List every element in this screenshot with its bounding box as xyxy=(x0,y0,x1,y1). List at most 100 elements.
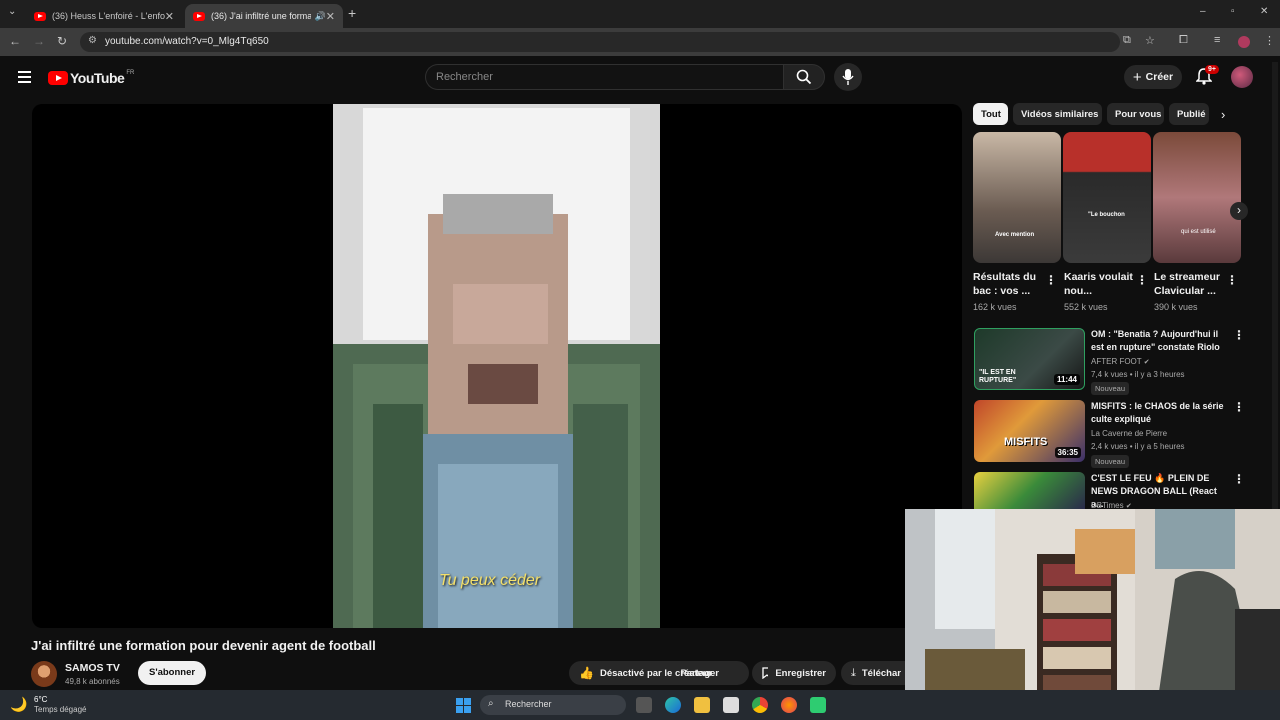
media-controls-icon[interactable]: ≡ xyxy=(1214,34,1220,46)
chips-next-chevron-icon[interactable]: › xyxy=(1221,107,1225,122)
more-options-icon[interactable]: ⋮ xyxy=(1136,273,1148,287)
profile-avatar[interactable] xyxy=(1238,36,1250,48)
download-label: Téléchar xyxy=(861,667,901,679)
minimize-icon[interactable]: – xyxy=(1200,6,1206,17)
search-placeholder: Rechercher xyxy=(436,71,493,83)
chip-similar[interactable]: Vidéos similaires xyxy=(1013,103,1102,125)
reload-icon[interactable]: ↻ xyxy=(57,34,67,48)
bookmark-star-icon[interactable]: ☆ xyxy=(1145,34,1155,47)
browser-tab-strip: ⌄ (36) Heuss L'enfoiré - L'enfoiré ✕ (36… xyxy=(0,0,1280,28)
short-views: 162 k vues xyxy=(973,302,1017,312)
share-label[interactable]: Partager xyxy=(680,668,719,679)
related-channel[interactable]: AFTER FOOT ✔ xyxy=(1091,357,1150,366)
search-input[interactable]: Rechercher xyxy=(425,64,783,90)
youtube-play-logo-icon xyxy=(48,71,68,85)
related-channel[interactable]: La Caverne de Pierre xyxy=(1091,429,1167,438)
tab-search-icon[interactable]: ⌄ xyxy=(8,6,16,17)
download-button[interactable]: ⤓ Téléchar xyxy=(841,661,911,685)
video-frame xyxy=(333,104,660,628)
plus-icon: + xyxy=(1132,68,1142,86)
bookmark-icon xyxy=(762,667,769,679)
notifications-button[interactable]: 9+ xyxy=(1195,65,1219,90)
more-options-icon[interactable]: ⋮ xyxy=(1233,472,1245,486)
audio-playing-icon[interactable]: 🔊 xyxy=(315,11,326,22)
maximize-icon[interactable]: ▫ xyxy=(1231,6,1235,17)
site-info-icon[interactable]: ⚙ xyxy=(88,35,97,46)
more-options-icon[interactable]: ⋮ xyxy=(1045,273,1057,287)
thumbnail-text: MISFITS xyxy=(1004,436,1048,448)
task-view-icon[interactable] xyxy=(636,697,652,713)
short-thumbnail[interactable]: qui est utilisé xyxy=(1153,132,1241,263)
short-thumbnail[interactable]: Avec mention xyxy=(973,132,1061,263)
short-title[interactable]: Le streameur Clavicular ... xyxy=(1154,270,1228,298)
chip-for-you[interactable]: Pour vous xyxy=(1107,103,1164,125)
channel-avatar[interactable] xyxy=(31,661,57,687)
tab-close-icon[interactable]: ✕ xyxy=(165,10,174,23)
url-text[interactable]: youtube.com/watch?v=0_Mlg4Tq650 xyxy=(105,36,269,47)
video-thumbnail[interactable] xyxy=(974,472,1085,509)
region-code: FR xyxy=(126,70,135,76)
related-video-title[interactable]: MISFITS : le CHAOS de la série culte exp… xyxy=(1091,400,1229,426)
channel-name[interactable]: SAMOS TV xyxy=(65,662,120,674)
chip-tout[interactable]: Tout xyxy=(973,103,1008,125)
short-overlay-text: "Le bouchon xyxy=(1088,212,1125,218)
address-bar[interactable]: ⚙ youtube.com/watch?v=0_Mlg4Tq650 xyxy=(80,32,1120,52)
weather-moon-icon[interactable]: 🌙 xyxy=(10,696,27,713)
tab-close-icon[interactable]: ✕ xyxy=(326,10,335,23)
new-tab-icon[interactable]: + xyxy=(348,5,356,21)
install-app-icon[interactable]: ⧉ xyxy=(1123,34,1131,47)
search-icon: ⌕ xyxy=(488,698,494,709)
weather-temp: 6°C xyxy=(34,695,48,704)
short-thumbnail[interactable]: "Le bouchon xyxy=(1063,132,1151,263)
create-button[interactable]: + Créer xyxy=(1124,65,1182,89)
related-video-title[interactable]: OM : "Benatia ? Aujourd'hui il est en ru… xyxy=(1091,328,1229,354)
youtube-logo[interactable]: YouTube FR xyxy=(48,70,134,86)
back-icon[interactable]: ← xyxy=(9,34,21,48)
account-avatar[interactable] xyxy=(1231,66,1253,88)
voice-search-button[interactable] xyxy=(834,63,862,91)
search-icon xyxy=(796,69,812,85)
app-icon[interactable] xyxy=(810,697,826,713)
taskbar-search-label: Rechercher xyxy=(505,699,552,709)
short-views: 390 k vues xyxy=(1154,302,1198,312)
new-badge: Nouveau xyxy=(1091,382,1130,395)
video-thumbnail[interactable]: "IL EST EN RUPTURE" 11:44 xyxy=(974,328,1085,390)
edge-icon[interactable] xyxy=(665,697,681,713)
windows-start-icon[interactable] xyxy=(456,698,471,713)
browser-menu-icon[interactable]: ⋮ xyxy=(1264,34,1275,47)
thumbs-up-icon[interactable]: 👍 xyxy=(579,666,594,680)
download-icon: ⤓ xyxy=(851,666,856,679)
video-title: J'ai infiltré une formation pour devenir… xyxy=(31,638,376,653)
short-title[interactable]: Résultats du bac : vos ... xyxy=(973,270,1047,298)
file-explorer-icon[interactable] xyxy=(694,697,710,713)
chrome-icon[interactable] xyxy=(752,697,768,713)
video-thumbnail[interactable]: MISFITS 36:35 xyxy=(974,400,1085,462)
hamburger-menu-icon[interactable] xyxy=(18,71,31,83)
tab-heuss[interactable]: (36) Heuss L'enfoiré - L'enfoiré ✕ xyxy=(26,4,182,28)
tab-formation[interactable]: (36) J'ai infiltré une formatio 🔊 ✕ xyxy=(185,4,343,28)
more-options-icon[interactable]: ⋮ xyxy=(1233,400,1245,414)
window-close-icon[interactable]: ✕ xyxy=(1260,6,1268,17)
create-label: Créer xyxy=(1145,71,1174,83)
channel-name-text: AFTER FOOT xyxy=(1091,357,1142,366)
short-overlay-text: Avec mention xyxy=(995,232,1035,238)
taskbar-search[interactable]: ⌕ Rechercher xyxy=(480,695,626,715)
chip-published[interactable]: Publié xyxy=(1169,103,1209,125)
firefox-icon[interactable] xyxy=(781,697,797,713)
tab-title: (36) J'ai infiltré une formatio xyxy=(211,11,311,21)
save-label: Enregistrer xyxy=(775,667,826,679)
search-button[interactable] xyxy=(783,64,825,90)
subscribe-button[interactable]: S'abonner xyxy=(138,661,207,685)
save-button[interactable]: Enregistrer xyxy=(752,661,836,685)
verified-icon: ✔ xyxy=(1143,359,1150,366)
forward-icon[interactable]: → xyxy=(33,34,45,48)
logo-text: YouTube xyxy=(70,70,125,86)
like-share-group[interactable]: 👍 Désactivé par le créateur Partager xyxy=(569,661,749,685)
shorts-next-chevron-icon[interactable]: › xyxy=(1230,202,1248,220)
more-options-icon[interactable]: ⋮ xyxy=(1226,273,1238,287)
store-icon[interactable] xyxy=(723,697,739,713)
short-title[interactable]: Kaaris voulait nou... xyxy=(1064,270,1138,298)
subscriber-count: 49,8 k abonnés xyxy=(65,677,120,686)
extensions-icon[interactable]: ⧠ xyxy=(1179,34,1188,47)
more-options-icon[interactable]: ⋮ xyxy=(1233,328,1245,342)
